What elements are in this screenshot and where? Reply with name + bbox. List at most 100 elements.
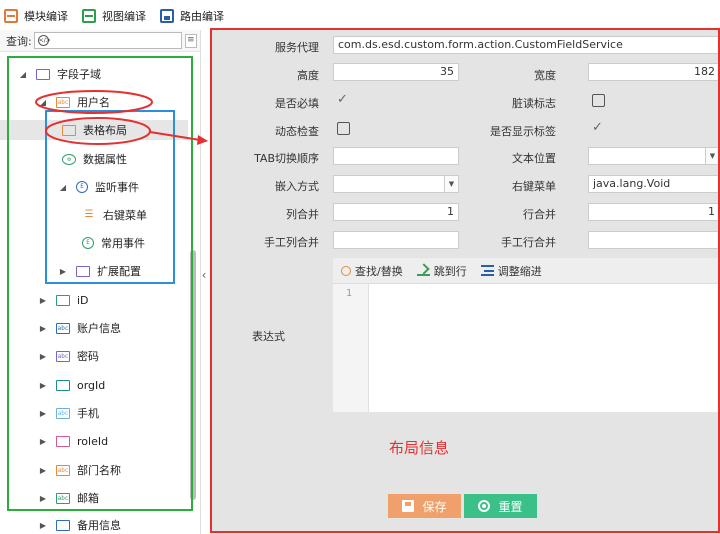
tree-node-table-layout[interactable]: 表格布局 [0,120,188,140]
col-merge-label: 列合并 [286,208,319,221]
goto-line-button[interactable]: 跳到行 [416,263,467,279]
collapse-arrow-icon[interactable]: ▶ [38,437,48,446]
dynamic-check-checkbox[interactable] [337,122,350,135]
reset-button[interactable]: 重置 [464,494,537,518]
collapse-arrow-icon[interactable]: ▶ [38,521,48,530]
view-compile-button[interactable]: 视图编译 [82,5,146,27]
input-field-icon [56,435,70,447]
chevron-down-icon[interactable]: ▼ [705,148,719,164]
gears-icon: ⚙ [62,153,76,165]
module-compile-label: 模块编译 [24,10,68,23]
collapse-panel-chevron-icon[interactable]: ‹ [199,260,209,290]
tree-scrollbar[interactable] [190,250,196,500]
col-merge-field[interactable]: 1 [333,203,459,221]
reset-icon [478,500,491,512]
dirty-read-checkbox[interactable] [592,94,605,107]
collapse-arrow-icon[interactable]: ▶ [38,494,48,503]
property-form-panel: 服务代理 com.ds.esd.custom.form.action.Custo… [211,30,720,534]
tree-node-context-menu[interactable]: ☰ 右键菜单 [82,205,147,225]
reset-label: 重置 [498,499,523,514]
row-merge-field[interactable]: 1 [588,203,720,221]
tree-node-extension[interactable]: ▶ 扩展配置 [58,261,141,281]
abc-field-icon: abc [56,350,70,362]
save-label: 保存 [422,499,447,514]
text-position-label: 文本位置 [512,152,556,165]
tree-node-listen-events[interactable]: ◢ E 监听事件 [58,177,139,197]
code-area[interactable] [370,285,720,412]
tree-node-field[interactable]: ▶ abc 部门名称 [38,460,121,480]
collapse-arrow-icon[interactable]: ▶ [38,352,48,361]
expand-arrow-icon[interactable]: ◢ [18,70,28,79]
collapse-arrow-icon[interactable]: ▶ [38,409,48,418]
plugin-icon [76,265,90,277]
abc-field-icon: abc [56,96,70,108]
save-icon [402,500,415,512]
manual-col-merge-field[interactable] [333,231,459,249]
context-menu-field[interactable]: java.lang.Void [588,175,720,193]
route-compile-button[interactable]: 路由编译 [160,5,224,27]
tree-node-common-events[interactable]: E 常用事件 [82,233,145,253]
search-input[interactable]: </> [33,32,182,49]
tree-node-field[interactable]: ▶ orgId [38,375,105,395]
tree-node-label: 监听事件 [95,181,139,194]
save-button[interactable]: 保存 [388,494,461,518]
tab-order-field[interactable] [333,147,459,165]
service-proxy-field[interactable]: com.ds.esd.custom.form.action.CustomFiel… [333,36,720,54]
tree-node-field[interactable]: ▶ abc 账户信息 [38,318,121,338]
collapse-arrow-icon[interactable]: ▶ [58,267,68,276]
table-layout-icon [62,124,76,136]
tree-node-label: orgId [77,378,106,392]
expand-arrow-icon[interactable]: ◢ [38,98,48,107]
module-compile-button[interactable]: 模块编译 [4,5,68,27]
tree-node-field[interactable]: ▶ iD [38,290,89,310]
find-replace-button[interactable]: 查找/替换 [341,263,403,279]
height-field[interactable]: 35 [333,63,459,81]
show-label-checkbox[interactable]: ✓ [592,121,606,134]
text-position-select[interactable]: ▼ [588,147,720,165]
tree-node-field[interactable]: ▶ abc 手机 [38,403,99,423]
input-field-icon [56,379,70,391]
tree-node-data-props[interactable]: ⚙ 数据属性 [62,149,127,169]
route-compile-icon [160,9,174,23]
abc-field-icon: abc [56,407,70,419]
subdomain-icon [36,68,50,80]
top-toolbar: 模块编译 视图编译 路由编译 [0,0,720,32]
collapse-arrow-icon[interactable]: ▶ [38,324,48,333]
tree-node-field[interactable]: ▶ 备用信息 [38,515,121,534]
expand-arrow-icon[interactable]: ◢ [58,183,68,192]
collapse-arrow-icon[interactable]: ▶ [38,381,48,390]
tree-node-field[interactable]: ▶ roleId [38,431,108,451]
collapse-arrow-icon[interactable]: ▶ [38,466,48,475]
manual-row-merge-label: 手工行合并 [501,236,556,249]
manual-col-merge-label: 手工列合并 [264,236,319,249]
search-label: 查询: [6,34,32,48]
view-compile-label: 视图编译 [102,10,146,23]
show-label-label: 是否显示标签 [490,125,556,138]
menu-list-icon: ☰ [84,208,94,220]
tree-node-label: roleId [77,434,109,448]
tree-node-field[interactable]: ▶ abc 密码 [38,346,99,366]
required-label: 是否必填 [275,97,319,110]
manual-row-merge-field[interactable] [588,231,720,249]
height-label: 高度 [297,69,319,82]
expression-editor: 查找/替换 跳到行 调整缩进 1 [333,258,720,412]
tree-node-label: 账户信息 [77,322,121,335]
editor-toolbar: 查找/替换 跳到行 调整缩进 [333,258,720,284]
indent-icon [480,265,494,276]
route-compile-label: 路由编译 [180,10,224,23]
module-compile-icon [4,9,18,23]
embed-mode-select[interactable]: ▼ [333,175,459,193]
tree-node-field-subdomain[interactable]: ◢ 字段子域 [18,64,101,84]
menu-icon[interactable]: ≡ [184,33,197,48]
layout-info-annotation: 布局信息 [389,439,450,457]
view-compile-icon [82,9,96,23]
tree-node-username[interactable]: ◢ abc 用户名 [38,92,110,112]
collapse-arrow-icon[interactable]: ▶ [38,296,48,305]
indent-button[interactable]: 调整缩进 [480,263,542,279]
tree-node-label: 密码 [77,350,99,363]
tree-node-field[interactable]: ▶ abc 邮箱 [38,488,99,508]
tree-node-label: 备用信息 [77,519,121,532]
event-icon: E [76,181,88,193]
width-field[interactable]: 182 [588,63,720,81]
required-checkbox[interactable]: ✓ [337,93,351,106]
